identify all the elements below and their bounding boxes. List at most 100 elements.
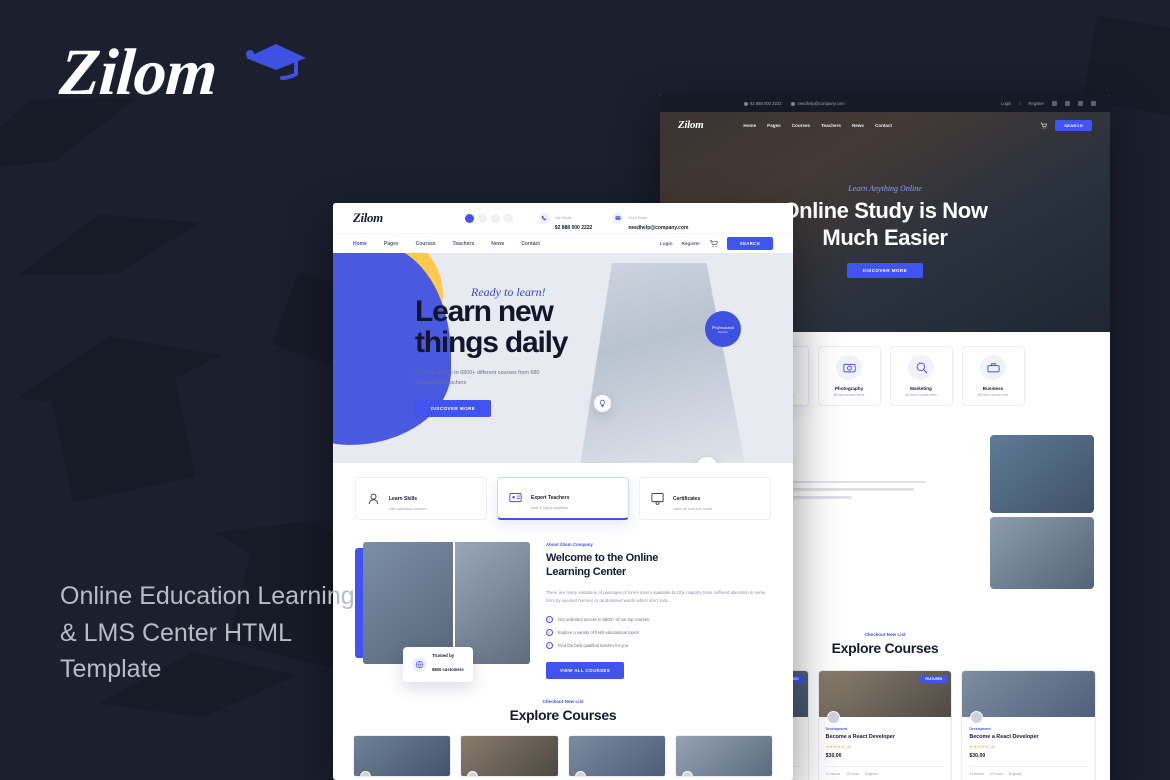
about-photo-secondary <box>453 542 530 664</box>
course-card[interactable] <box>567 735 666 778</box>
left-call-block[interactable]: Call Nums 92 888 000 2222 <box>538 206 592 231</box>
left-register-link[interactable]: Register <box>682 241 700 246</box>
check-icon: ✓ <box>546 629 553 637</box>
right-topbar: 92 888 000 2222 needhelp@company.com Log… <box>660 95 1110 112</box>
left-search-button[interactable]: SEARCH <box>726 237 773 250</box>
bulb-icon <box>594 395 611 412</box>
course-card[interactable] <box>674 735 773 778</box>
trusted-badge: Trusted by 6800 customers <box>403 647 473 682</box>
instagram-icon[interactable] <box>1091 101 1096 106</box>
right-about-photo-bottom <box>990 517 1094 589</box>
left-nav-item-news[interactable]: News <box>491 241 504 247</box>
about-paragraph: There are many variations of passages of… <box>546 589 766 604</box>
left-about-section: Trusted by 6800 customers About Zilom Co… <box>333 520 793 682</box>
avatar <box>826 711 840 724</box>
course-thumbnail: FEATURED <box>818 671 952 724</box>
left-hero-cta[interactable]: DISCOVER MORE <box>415 400 492 418</box>
list-item: ✓ Find the best qualified teacher for yo… <box>546 642 629 650</box>
right-hero-script: Learn Anything Online <box>848 183 922 193</box>
right-login-link[interactable]: Login <box>1001 101 1011 106</box>
left-email-block[interactable]: Send Email needhelp@company.com <box>612 206 688 231</box>
brand-column: Zilom <box>57 36 350 120</box>
mail-icon <box>612 212 624 224</box>
left-hero-title: Learn new things daily <box>415 295 568 360</box>
skills-icon <box>365 490 382 507</box>
right-register-link[interactable]: Register <box>1028 101 1044 106</box>
right-nav-item-courses[interactable]: Courses <box>792 123 810 128</box>
facebook-icon[interactable] <box>464 213 474 223</box>
globe-icon <box>412 657 427 672</box>
pinterest-icon[interactable] <box>490 213 500 223</box>
left-courses-title: Explore Courses <box>509 707 617 724</box>
left-login-link[interactable]: Login <box>660 241 673 246</box>
topbar-divider: / <box>1019 101 1021 106</box>
right-nav-item-news[interactable]: News <box>852 123 864 128</box>
avatar <box>574 771 586 777</box>
twitter-icon[interactable] <box>477 213 487 223</box>
avatar <box>467 771 479 777</box>
professional-teacher-badge: Professional teacher <box>705 311 741 347</box>
business-icon <box>980 355 1006 380</box>
left-hero: Professional teacher Ready to learn! Lea… <box>333 253 793 463</box>
rating-stars: ★★★★★ (4) <box>825 744 852 749</box>
cart-icon[interactable] <box>709 239 718 248</box>
left-navbar: Home Pages Courses Teachers News Contact… <box>333 233 793 253</box>
right-nav-item-pages[interactable]: Pages <box>767 123 781 128</box>
course-card[interactable] <box>460 735 559 778</box>
left-nav-item-courses[interactable]: Courses <box>416 241 436 247</box>
right-navbar: Zilom Home Pages Courses Teachers News C… <box>660 112 1110 138</box>
left-nav-item-pages[interactable]: Pages <box>384 241 399 247</box>
right-nav-logo[interactable]: Zilom <box>678 119 704 131</box>
check-icon: ✓ <box>546 642 553 650</box>
course-thumbnail <box>354 736 451 777</box>
right-nav-item-teachers[interactable]: Teachers <box>821 123 841 128</box>
right-nav-item-contact[interactable]: Contact <box>875 123 892 128</box>
view-all-courses-button[interactable]: VIEW ALL COURSES <box>546 662 625 680</box>
mail-icon <box>791 101 796 106</box>
feature-card-certificates[interactable]: Certificates value all over the world <box>639 477 771 520</box>
course-card[interactable]: Development Become a React Developer ★★★… <box>961 670 1097 780</box>
about-photo <box>363 542 530 664</box>
about-image-group: Trusted by 6800 customers <box>355 542 530 682</box>
category-card-marketing[interactable]: Marketing 88 brand course times <box>889 346 953 406</box>
left-nav-logo[interactable]: Zilom <box>353 210 383 226</box>
facebook-icon[interactable] <box>1052 101 1057 106</box>
right-search-button[interactable]: SEARCH <box>1055 119 1092 131</box>
about-heading: Welcome to the Online Learning Center <box>546 552 659 579</box>
right-hero-cta[interactable]: DISCOVER MORE <box>846 263 924 279</box>
left-courses-section: Checkout New List Explore Courses <box>333 679 793 778</box>
course-card[interactable] <box>353 735 452 778</box>
category-card-business[interactable]: Business 88 fusion course time <box>961 346 1025 406</box>
category-card-photography[interactable]: Photography 88 has incl pset times <box>817 346 881 406</box>
left-nav-item-teachers[interactable]: Teachers <box>453 241 475 247</box>
teachers-icon <box>507 490 524 507</box>
phone-icon <box>744 101 748 106</box>
course-thumbnail <box>461 736 558 777</box>
course-card[interactable]: FEATURED Development Become a React Deve… <box>817 670 953 780</box>
left-nav-item-home[interactable]: Home <box>353 241 367 247</box>
tagline: Online Education Learning & LMS Center H… <box>60 582 355 683</box>
feature-card-learn-skills[interactable]: Learn Skills with unlimited courses <box>355 477 487 520</box>
left-header: Zilom Call Nums 92 888 000 2222 Send Ema… <box>333 203 793 233</box>
twitter-icon[interactable] <box>1065 101 1070 106</box>
right-about-photo-top <box>990 435 1094 513</box>
cart-icon[interactable] <box>1040 122 1048 129</box>
check-icon: ✓ <box>546 616 553 624</box>
avatar <box>360 771 371 777</box>
left-hero-subtitle: Get free access to 6800+ different cours… <box>415 370 540 387</box>
course-thumbnail <box>568 736 665 777</box>
left-nav-item-contact[interactable]: Contact <box>521 241 540 247</box>
right-topbar-email[interactable]: needhelp@company.com <box>791 101 845 106</box>
right-nav-item-home[interactable]: Home <box>743 123 756 128</box>
pinterest-icon[interactable] <box>1078 101 1083 106</box>
certificate-icon <box>649 490 666 507</box>
right-topbar-phone[interactable]: 92 888 000 2222 <box>744 101 781 106</box>
right-hero-title: Online Study is Now Much Easier <box>782 197 988 250</box>
feature-card-expert-teachers[interactable]: Expert Teachers best & highly qualified <box>497 477 629 520</box>
right-nav-links: Home Pages Courses Teachers News Contact <box>743 123 892 128</box>
logo: Zilom <box>57 36 350 120</box>
instagram-icon[interactable] <box>503 213 513 223</box>
avatar <box>681 771 693 777</box>
list-item: ✓ Get unlimited access to 6800+ of our t… <box>546 616 650 624</box>
mockup-screenshot-left[interactable]: Zilom Call Nums 92 888 000 2222 Send Ema… <box>333 203 793 780</box>
